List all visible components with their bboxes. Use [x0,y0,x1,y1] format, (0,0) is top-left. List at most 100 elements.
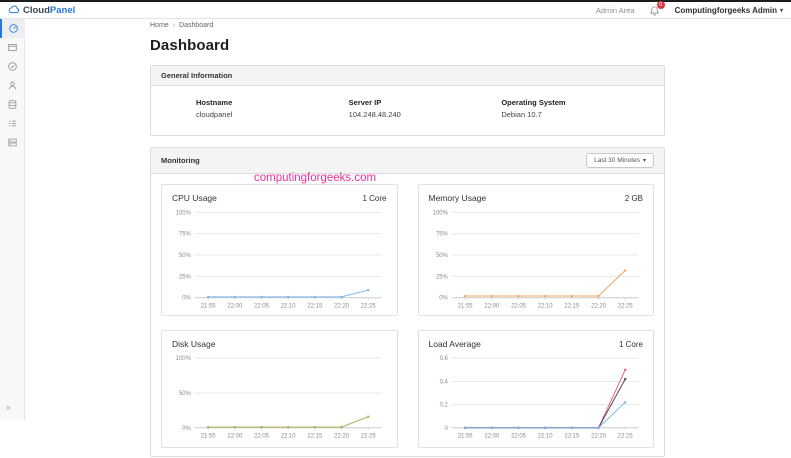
svg-text:0.6: 0.6 [439,356,448,362]
sidebar-item-server[interactable] [0,133,25,152]
hostname-value: cloudpanel [196,110,349,119]
svg-text:22:10: 22:10 [281,434,297,440]
svg-text:50%: 50% [435,253,448,259]
general-information-header: General Information [151,66,664,86]
svg-text:22:25: 22:25 [617,304,633,310]
time-range-label: Last 30 Minutes [594,157,640,164]
cpu-usage-chart: 0% 25% 50% 75% 100% 21:55 22:00 22:05 22:10 22:15… [170,207,389,311]
hostname-label: Hostname [196,98,349,107]
sidebar-item-security[interactable] [0,57,25,76]
svg-text:22:05: 22:05 [511,434,527,440]
operating-system-label: Operating System [501,98,654,107]
svg-text:0.4: 0.4 [439,379,448,385]
chart-card-load: Load Average 1 Core 0 0.2 0.4 0.6 21:55 22:00… [418,330,655,448]
svg-text:22:10: 22:10 [537,434,553,440]
svg-text:22:00: 22:00 [227,304,243,310]
svg-text:22:05: 22:05 [254,304,270,310]
sidebar-item-sites[interactable] [0,38,25,57]
sidebar-item-databases[interactable] [0,95,25,114]
sidebar-item-services[interactable] [0,114,25,133]
monitoring-header: Monitoring Last 30 Minutes ▾ [151,148,664,174]
cloudpanel-logo[interactable]: CloudPanel [8,4,75,16]
svg-text:0: 0 [444,426,448,432]
svg-text:75%: 75% [179,232,192,238]
caret-down-icon: ▾ [643,157,646,164]
svg-text:22:10: 22:10 [281,304,297,310]
cloud-icon [8,4,20,16]
user-menu-label: Computingforgeeks Admin [675,6,777,15]
caret-down-icon: ▾ [780,7,783,14]
svg-text:0%: 0% [182,296,191,302]
memory-capacity-label: 2 GB [625,194,643,203]
shield-check-icon [7,61,18,72]
memory-chart-title: Memory Usage [429,193,487,203]
cpu-capacity-label: 1 Core [362,194,386,203]
load-capacity-label: 1 Core [619,340,643,349]
notification-badge: 0 [657,1,665,9]
svg-text:25%: 25% [179,274,192,280]
svg-text:100%: 100% [176,356,192,362]
sidebar-item-dashboard[interactable] [0,19,25,38]
svg-text:21:55: 21:55 [201,434,217,440]
svg-text:50%: 50% [179,391,192,397]
svg-text:22:15: 22:15 [564,434,580,440]
page-title: Dashboard [150,37,665,54]
server-ip-value: 104.248.48.240 [349,110,502,119]
main-content: Home › Dashboard Dashboard General Infor… [150,19,665,457]
svg-text:22:15: 22:15 [307,434,323,440]
svg-text:22:00: 22:00 [484,434,500,440]
svg-text:0.2: 0.2 [439,403,447,409]
load-chart-title: Load Average [429,339,481,349]
sidebar-collapse-button[interactable]: » [6,403,10,412]
notifications-button[interactable]: 0 [649,4,661,16]
svg-text:22:05: 22:05 [254,434,270,440]
svg-text:22:15: 22:15 [307,304,323,310]
general-information-body: Hostname cloudpanel Server IP 104.248.48… [151,86,664,135]
time-range-dropdown[interactable]: Last 30 Minutes ▾ [586,153,654,168]
user-menu[interactable]: Computingforgeeks Admin ▾ [675,6,783,15]
sidebar-item-users[interactable] [0,76,25,95]
general-information-panel: General Information Hostname cloudpanel … [150,65,665,136]
svg-text:21:55: 21:55 [457,304,473,310]
svg-text:22:00: 22:00 [484,304,500,310]
breadcrumb-dashboard[interactable]: Dashboard [179,22,213,29]
svg-text:22:25: 22:25 [361,304,377,310]
cpu-chart-title: CPU Usage [172,193,217,203]
svg-text:22:05: 22:05 [511,304,527,310]
watermark-text: computingforgeeks.com [254,172,376,184]
sidebar: » [0,19,25,420]
svg-text:22:20: 22:20 [334,304,350,310]
svg-text:100%: 100% [432,210,448,216]
database-icon [7,99,18,110]
chart-card-cpu: CPU Usage 1 Core 0% 25% 50% 75% 100% 21:55 22:… [161,184,398,316]
charts-grid: CPU Usage 1 Core 0% 25% 50% 75% 100% 21:55 22:… [151,174,664,458]
chart-card-memory: Memory Usage 2 GB 0%25%50%75%100%21:5522… [418,184,655,316]
svg-text:22:10: 22:10 [537,304,553,310]
svg-text:22:20: 22:20 [591,304,607,310]
topbar: CloudPanel Admin Area 0 Computingforgeek… [0,2,791,19]
gauge-icon [8,23,19,34]
breadcrumb: Home › Dashboard [150,22,665,29]
svg-text:100%: 100% [176,210,192,216]
list-icon [7,118,18,129]
svg-text:50%: 50% [179,253,192,259]
svg-text:21:55: 21:55 [457,434,473,440]
svg-text:22:00: 22:00 [227,434,243,440]
disk-chart-title: Disk Usage [172,339,215,349]
load-average-chart: 0 0.2 0.4 0.6 21:55 22:00 22:05 22:10 22:15 22:20… [427,353,646,441]
svg-text:0%: 0% [439,296,448,302]
svg-text:21:55: 21:55 [201,304,217,310]
svg-text:22:25: 22:25 [361,434,377,440]
window-icon [7,42,18,53]
brand-cloud-text: Cloud [23,5,50,16]
operating-system-value: Debian 10.7 [501,110,654,119]
svg-text:0%: 0% [182,426,191,432]
admin-area-link[interactable]: Admin Area [596,6,635,15]
svg-text:22:20: 22:20 [591,434,607,440]
svg-text:22:25: 22:25 [617,434,633,440]
breadcrumb-home[interactable]: Home [150,22,169,29]
monitoring-title: Monitoring [161,156,200,165]
server-icon [7,137,18,148]
svg-text:25%: 25% [435,274,448,280]
svg-text:22:15: 22:15 [564,304,580,310]
